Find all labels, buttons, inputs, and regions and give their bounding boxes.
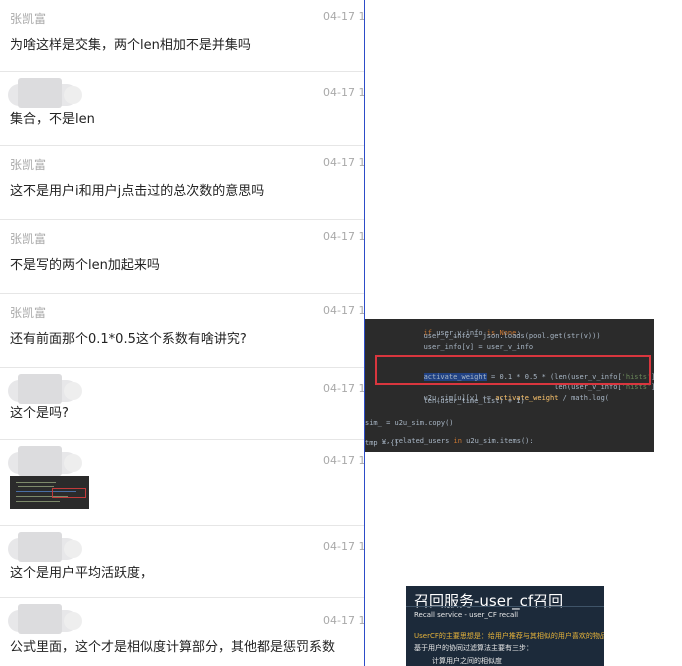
message-text: 还有前面那个0.1*0.5这个系数有啥讲究? xyxy=(10,332,247,347)
code-screenshot[interactable]: if user_v_info is None: user_v_info = js… xyxy=(365,319,654,452)
message-item[interactable]: 张凯富 04-17 1 这不是用户i和用户j点击过的总次数的意思吗 xyxy=(0,146,364,220)
message-text: 不是写的两个len加起来吗 xyxy=(10,258,160,273)
slide-subtitle: Recall service - user_CF recall xyxy=(414,611,519,619)
slide-title: 召回服务-user_cf召回 xyxy=(414,592,564,610)
sender-name: 张凯富 xyxy=(10,158,47,172)
message-text: 这个是用户平均活跃度， xyxy=(10,566,154,581)
message-text: 为啥这样是交集，两个len相加不是并集吗 xyxy=(10,38,251,53)
slide-body-line: 计算用户之间的相似度 xyxy=(432,657,502,665)
message-text: 集合，不是len xyxy=(10,112,95,127)
sender-name: 张凯富 xyxy=(10,232,47,246)
highlight-box xyxy=(375,355,651,385)
code-line: user_info[v] = user_v_info xyxy=(373,343,534,351)
message-item[interactable]: 张凯富 04-17 1 不是写的两个len加起来吗 xyxy=(0,220,364,294)
sender-name: 张凯富 xyxy=(10,12,47,26)
code-line: user_v_info = json.loads(pool.get(str(v)… xyxy=(373,332,601,340)
code-line: sim_ = u2u_sim.copy() xyxy=(365,419,454,427)
message-item[interactable]: 04-17 1 这个是用户平均活跃度， xyxy=(0,526,364,598)
message-time: 04-17 1 xyxy=(323,156,365,169)
message-item[interactable]: 04-17 1 公式里面，这个才是相似度计算部分，其他都是惩罚系数 xyxy=(0,598,364,666)
message-time: 04-17 1 xyxy=(323,382,365,395)
blurred-avatar xyxy=(8,374,92,404)
message-time: 04-17 1 xyxy=(323,454,365,467)
slide-divider xyxy=(406,606,604,607)
message-item[interactable]: 张凯富 04-17 1 为啥这样是交集，两个len相加不是并集吗 xyxy=(0,0,364,72)
slide-highlight-text: UserCF的主要思想是：给用户推荐与其相似的用户喜欢的物品。 xyxy=(414,632,604,640)
message-item[interactable]: 04-17 1 这个是吗? xyxy=(0,368,364,440)
sender-name: 张凯富 xyxy=(10,306,47,320)
blurred-avatar xyxy=(8,604,92,634)
message-time: 04-17 1 xyxy=(323,10,365,23)
message-time: 04-17 1 xyxy=(323,304,365,317)
code-line: for v, wij in related_users.items(): xyxy=(365,449,534,452)
message-item[interactable]: 04-17 1 集合，不是len xyxy=(0,72,364,146)
blurred-avatar xyxy=(8,446,92,476)
message-text: 公式里面，这个才是相似度计算部分，其他都是惩罚系数 xyxy=(10,640,336,655)
slide-screenshot[interactable]: 召回服务-user_cf召回 Recall service - user_CF … xyxy=(406,586,604,666)
code-line: tmp = {} xyxy=(365,439,399,447)
slide-body-line: 基于用户的协同过滤算法主要有三步： xyxy=(414,644,533,652)
chat-panel: 张凯富 04-17 1 为啥这样是交集，两个len相加不是并集吗 04-17 1… xyxy=(0,0,365,666)
message-time: 04-17 1 xyxy=(323,540,365,553)
message-time: 04-17 1 xyxy=(323,614,365,627)
code-line: len(user_time_list) + 1) xyxy=(373,397,525,405)
message-text: 这个是吗? xyxy=(10,406,69,421)
message-time: 04-17 1 xyxy=(323,86,365,99)
blurred-avatar xyxy=(8,532,92,562)
message-item[interactable]: 张凯富 04-17 1 还有前面那个0.1*0.5这个系数有啥讲究? xyxy=(0,294,364,368)
code-screenshot-thumbnail[interactable] xyxy=(10,476,89,509)
blurred-avatar xyxy=(8,78,92,108)
message-text: 这不是用户i和用户j点击过的总次数的意思吗 xyxy=(10,184,265,199)
message-time: 04-17 1 xyxy=(323,230,365,243)
